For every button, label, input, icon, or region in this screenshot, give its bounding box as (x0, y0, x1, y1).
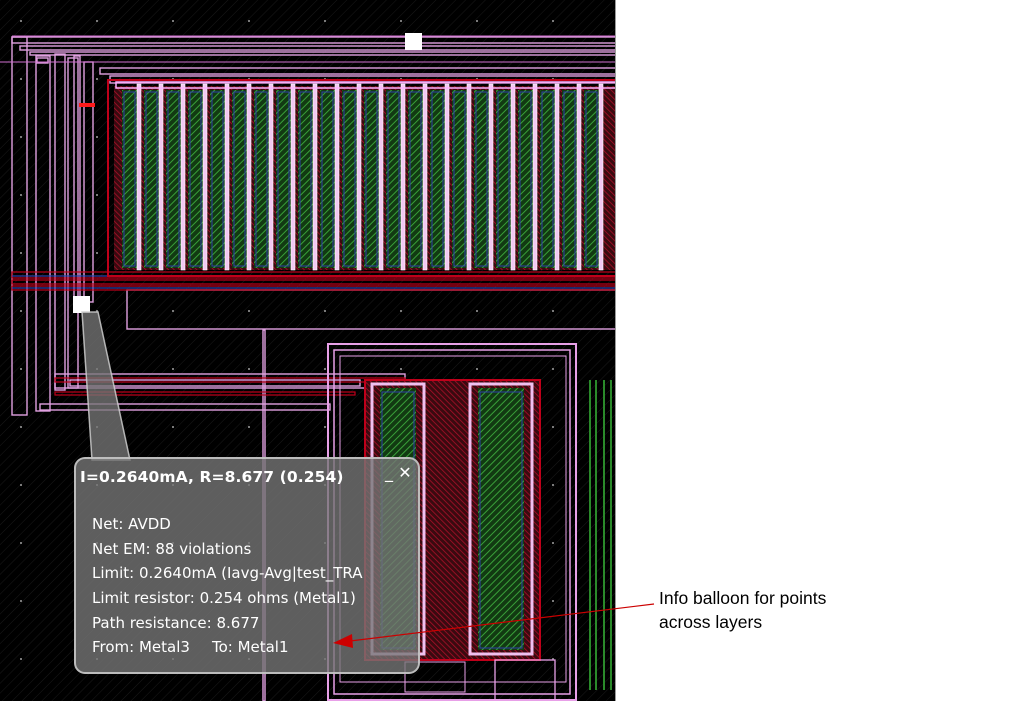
callout-annotation: Info balloon for points across layers (659, 586, 826, 634)
annotation-arrow (333, 603, 655, 648)
annotation-line-1: Info balloon for points (659, 588, 827, 608)
annotation-line-2: across layers (659, 612, 763, 632)
